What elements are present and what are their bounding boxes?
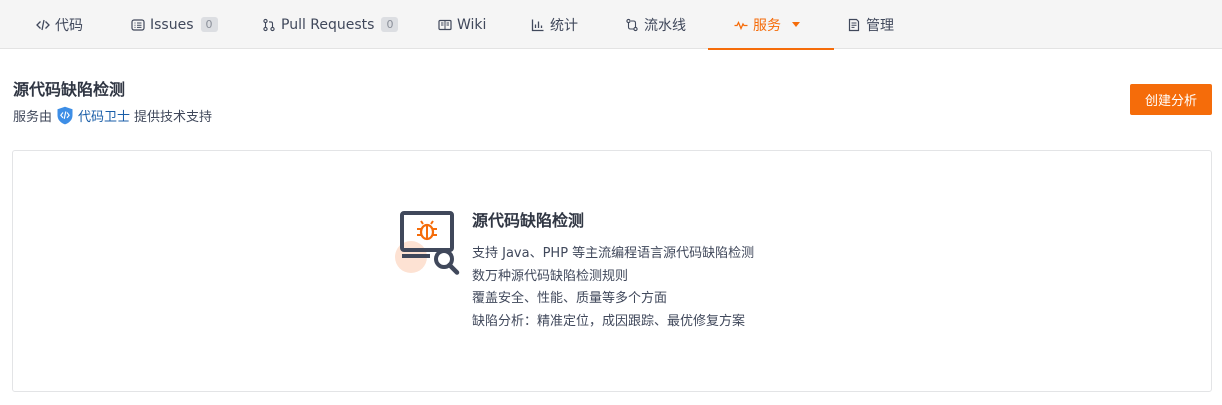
create-analysis-button[interactable]: 创建分析	[1130, 84, 1212, 115]
stats-icon	[531, 19, 544, 31]
repo-tab-bar: 代码 Issues 0 Pull Requests 0 Wiki 统计 流水线 …	[0, 0, 1222, 50]
list-item: 缺陷分析：精准定位，成因跟踪、最优修复方案	[472, 313, 746, 329]
chevron-down-icon	[792, 22, 800, 27]
service-intro-card: 源代码缺陷检测 支持 Java、PHP 等主流编程语言源代码缺陷检测 数万种源代…	[12, 150, 1212, 392]
manage-icon	[848, 18, 860, 31]
service-provider-note: 服务由 代码卫士 提供技术支持	[13, 106, 212, 125]
card-title: 源代码缺陷检测	[472, 211, 585, 230]
tab-code[interactable]: 代码	[36, 0, 83, 49]
tab-label: 管理	[866, 17, 894, 34]
issues-icon	[131, 18, 145, 31]
issues-count-badge: 0	[200, 17, 218, 32]
pulse-icon	[734, 20, 748, 30]
tab-wiki[interactable]: Wiki	[438, 0, 486, 49]
code-guard-link[interactable]: 代码卫士	[78, 106, 130, 125]
shield-icon	[57, 106, 73, 125]
pipeline-icon	[626, 18, 638, 31]
tab-label: 服务	[753, 17, 781, 34]
pull-request-icon	[263, 18, 275, 31]
page-title: 源代码缺陷检测	[13, 80, 126, 99]
code-icon	[36, 19, 50, 30]
tab-label: Pull Requests	[281, 16, 375, 33]
list-item: 数万种源代码缺陷检测规则	[472, 268, 629, 284]
tab-label: 流水线	[644, 17, 686, 34]
tab-issues[interactable]: Issues 0	[131, 0, 218, 49]
tab-label: Wiki	[457, 16, 487, 33]
tab-pull-requests[interactable]: Pull Requests 0	[262, 0, 399, 49]
tab-services[interactable]: 服务	[708, 0, 834, 50]
pr-count-badge: 0	[381, 17, 399, 32]
tab-label: 统计	[550, 17, 578, 34]
tab-label: 代码	[55, 17, 83, 34]
support-suffix: 提供技术支持	[134, 110, 213, 125]
feature-list: 支持 Java、PHP 等主流编程语言源代码缺陷检测 数万种源代码缺陷检测规则 …	[472, 243, 754, 333]
wiki-icon	[438, 19, 452, 30]
list-item: 支持 Java、PHP 等主流编程语言源代码缺陷检测	[472, 246, 755, 261]
tab-pipeline[interactable]: 流水线	[625, 0, 686, 49]
tab-stats[interactable]: 统计	[531, 0, 578, 49]
tab-label: Issues	[150, 16, 194, 33]
tab-manage[interactable]: 管理	[847, 0, 894, 49]
bug-scan-icon	[395, 211, 460, 275]
support-prefix: 服务由	[13, 110, 53, 125]
list-item: 覆盖安全、性能、质量等多个方面	[472, 291, 668, 306]
